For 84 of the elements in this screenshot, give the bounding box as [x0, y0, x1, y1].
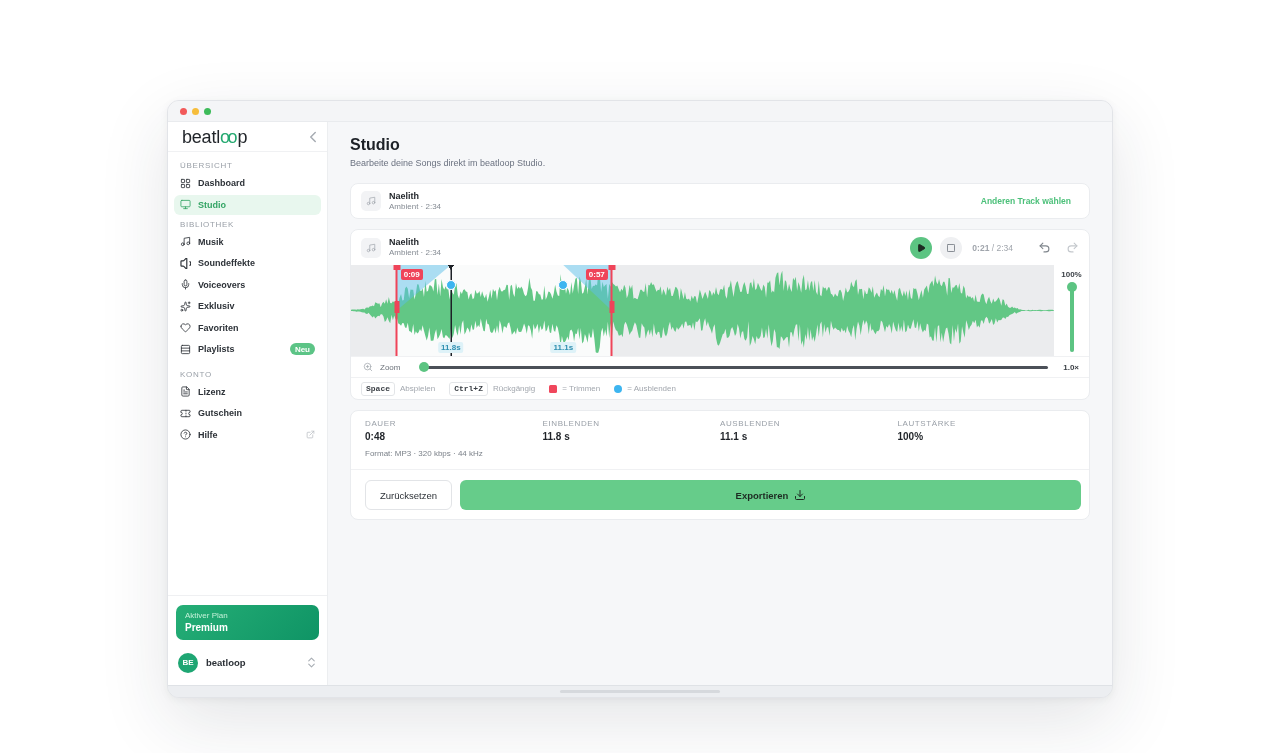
music-note-icon	[361, 237, 381, 258]
undo-button[interactable]	[1037, 240, 1051, 255]
stat-value: 11.1 s	[720, 430, 749, 443]
account-name: beatloop	[206, 657, 247, 668]
plan-name: Premium	[185, 622, 229, 634]
nav-item[interactable]: Musik	[174, 231, 321, 252]
window-control-dot[interactable]	[204, 107, 211, 115]
nav-item[interactable]: Lizenz	[174, 381, 321, 402]
nav-item[interactable]: Favoriten	[174, 317, 321, 338]
trim-end-handle[interactable]	[608, 265, 616, 356]
stacked-rows-icon	[180, 343, 191, 355]
volume-reading: 100%	[1061, 270, 1082, 279]
play-icon	[917, 243, 925, 252]
document-icon	[180, 386, 191, 397]
window-control-dot[interactable]	[192, 107, 199, 115]
nav-item[interactable]: Hilfe	[174, 424, 321, 445]
shortcut-label: Rückgängig	[492, 384, 536, 393]
export-button[interactable]: Exportieren	[460, 480, 1081, 510]
page-title: Studio	[350, 135, 401, 155]
section-label: KONTO	[179, 369, 213, 380]
plan-caption: Aktiver Plan	[185, 611, 229, 621]
speaker-icon	[180, 257, 191, 269]
nav-item[interactable]: Exklusiv	[174, 296, 321, 316]
track-meta: Ambient · 2:34	[389, 201, 442, 212]
keyboard-key: Space	[361, 381, 395, 396]
stat-label: EINBLENDEN	[542, 419, 601, 429]
section-label: BIBLIOTHEK	[179, 219, 236, 230]
stat-value: 100%	[897, 430, 925, 443]
stop-button[interactable]	[940, 236, 963, 259]
ticket-icon	[180, 407, 191, 419]
stat-label: AUSBLENDEN	[720, 419, 782, 429]
page-subtitle: Bearbeite deine Songs direkt im beatloop Studio.	[350, 157, 547, 169]
monitor-icon	[180, 199, 191, 210]
logo: beatloop	[182, 125, 248, 148]
track-meta: Ambient · 2:34	[389, 248, 442, 258]
fade-in-handle[interactable]	[445, 280, 456, 290]
microphone-icon	[180, 279, 191, 290]
stop-icon	[947, 243, 956, 252]
stat-label: LAUTSTÄRKE	[897, 419, 957, 429]
format-info: Format: MP3 · 320 kbps · 44 kHz	[364, 448, 484, 460]
sparkles-icon	[180, 300, 191, 312]
nav-item[interactable]: Playlists Neu	[174, 339, 321, 359]
redo-icon	[1066, 242, 1078, 253]
music-note-icon	[361, 191, 381, 211]
playback-time: 0:21 / 2:34	[972, 242, 1013, 253]
shortcut-label: = Ausblenden	[627, 384, 676, 393]
fade-out-duration: 11.1s	[550, 342, 577, 353]
nav-item[interactable]: Soundeffekte	[174, 253, 321, 273]
new-badge: Neu	[289, 343, 315, 355]
keyboard-key: Ctrl+Z	[449, 381, 488, 396]
grid-icon	[180, 177, 191, 189]
music-note-icon	[180, 236, 191, 247]
zoom-in-icon	[363, 362, 373, 372]
volume-slider[interactable]	[1066, 282, 1077, 352]
play-button[interactable]	[910, 236, 933, 259]
shortcut-label: = Trimmen	[562, 384, 601, 393]
fade-out-handle[interactable]	[558, 280, 569, 290]
track-title: Naelith	[389, 190, 420, 202]
stat-value: 0:48	[365, 430, 386, 443]
stat-value: 11.8 s	[542, 430, 571, 443]
trim-start-time: 0:09	[400, 269, 423, 280]
heart-icon	[180, 322, 191, 333]
stat-label: DAUER	[365, 419, 397, 429]
download-icon	[795, 490, 806, 500]
trim-start-handle[interactable]	[393, 265, 401, 356]
section-label: ÜBERSICHT	[179, 161, 234, 171]
nav-item[interactable]: Voiceovers	[174, 274, 321, 295]
chevron-left-icon[interactable]	[309, 130, 317, 143]
shortcut-label: Abspielen	[400, 384, 436, 393]
volume-thumb[interactable]	[1066, 282, 1077, 292]
trim-end-time: 0:57	[585, 269, 608, 280]
nav-item[interactable]: Gutschein	[174, 403, 321, 423]
zoom-slider[interactable]	[419, 362, 1049, 372]
undo-icon	[1038, 242, 1050, 253]
zoom-reading: 1.0×	[1063, 362, 1079, 372]
zoom-label: Zoom	[380, 362, 401, 372]
reset-button[interactable]: Zurücksetzen	[365, 480, 453, 510]
zoom-thumb[interactable]	[419, 362, 430, 372]
chevrons-up-down-icon[interactable]	[308, 657, 315, 668]
fade-in-duration: 11.8s	[438, 342, 464, 353]
help-icon	[180, 429, 191, 440]
nav-item[interactable]: Dashboard	[174, 173, 321, 193]
track-title: Naelith	[389, 237, 420, 248]
window-control-dot[interactable]	[180, 107, 187, 115]
